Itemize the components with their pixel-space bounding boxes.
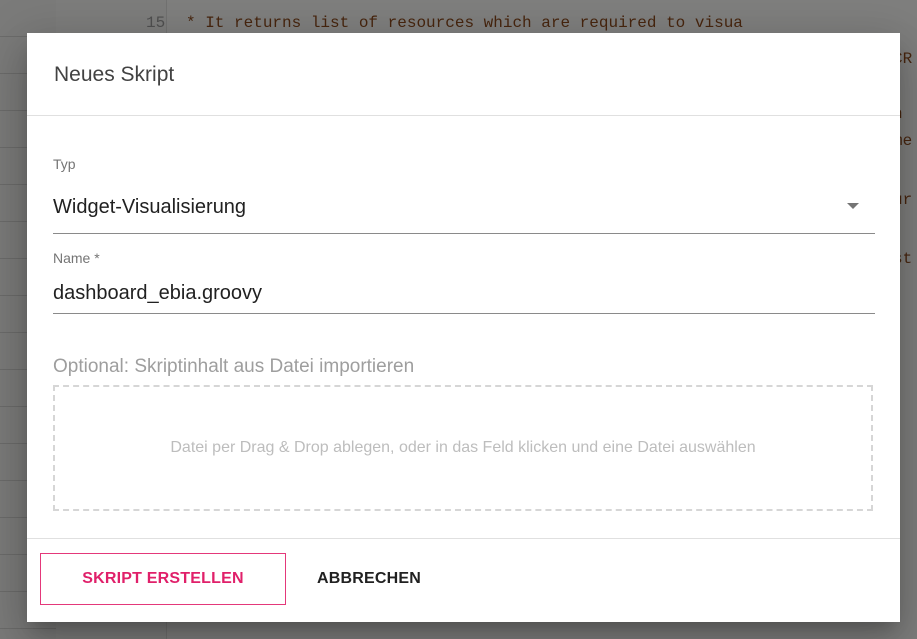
create-script-button[interactable]: SKRIPT ERSTELLEN (40, 553, 286, 605)
new-script-dialog: Neues Skript Typ Widget-Visualisierung N… (27, 33, 900, 622)
dropdown-arrow-icon[interactable] (847, 203, 859, 209)
name-label: Name * (53, 250, 100, 266)
name-value[interactable]: dashboard_ebia.groovy (53, 282, 262, 305)
dropzone-text: Datei per Drag & Drop ablegen, oder in d… (170, 439, 756, 456)
import-label: Optional: Skriptinhalt aus Datei importi… (53, 356, 415, 377)
cancel-button[interactable]: ABBRECHEN (299, 553, 439, 605)
type-label: Typ (53, 156, 76, 172)
actions-divider (27, 538, 900, 539)
name-underline (53, 313, 875, 314)
dialog-title: Neues Skript (54, 63, 175, 86)
type-value[interactable]: Widget-Visualisierung (53, 196, 246, 219)
file-dropzone[interactable]: Datei per Drag & Drop ablegen, oder in d… (53, 385, 873, 511)
title-divider (27, 115, 900, 116)
type-underline (53, 233, 875, 234)
